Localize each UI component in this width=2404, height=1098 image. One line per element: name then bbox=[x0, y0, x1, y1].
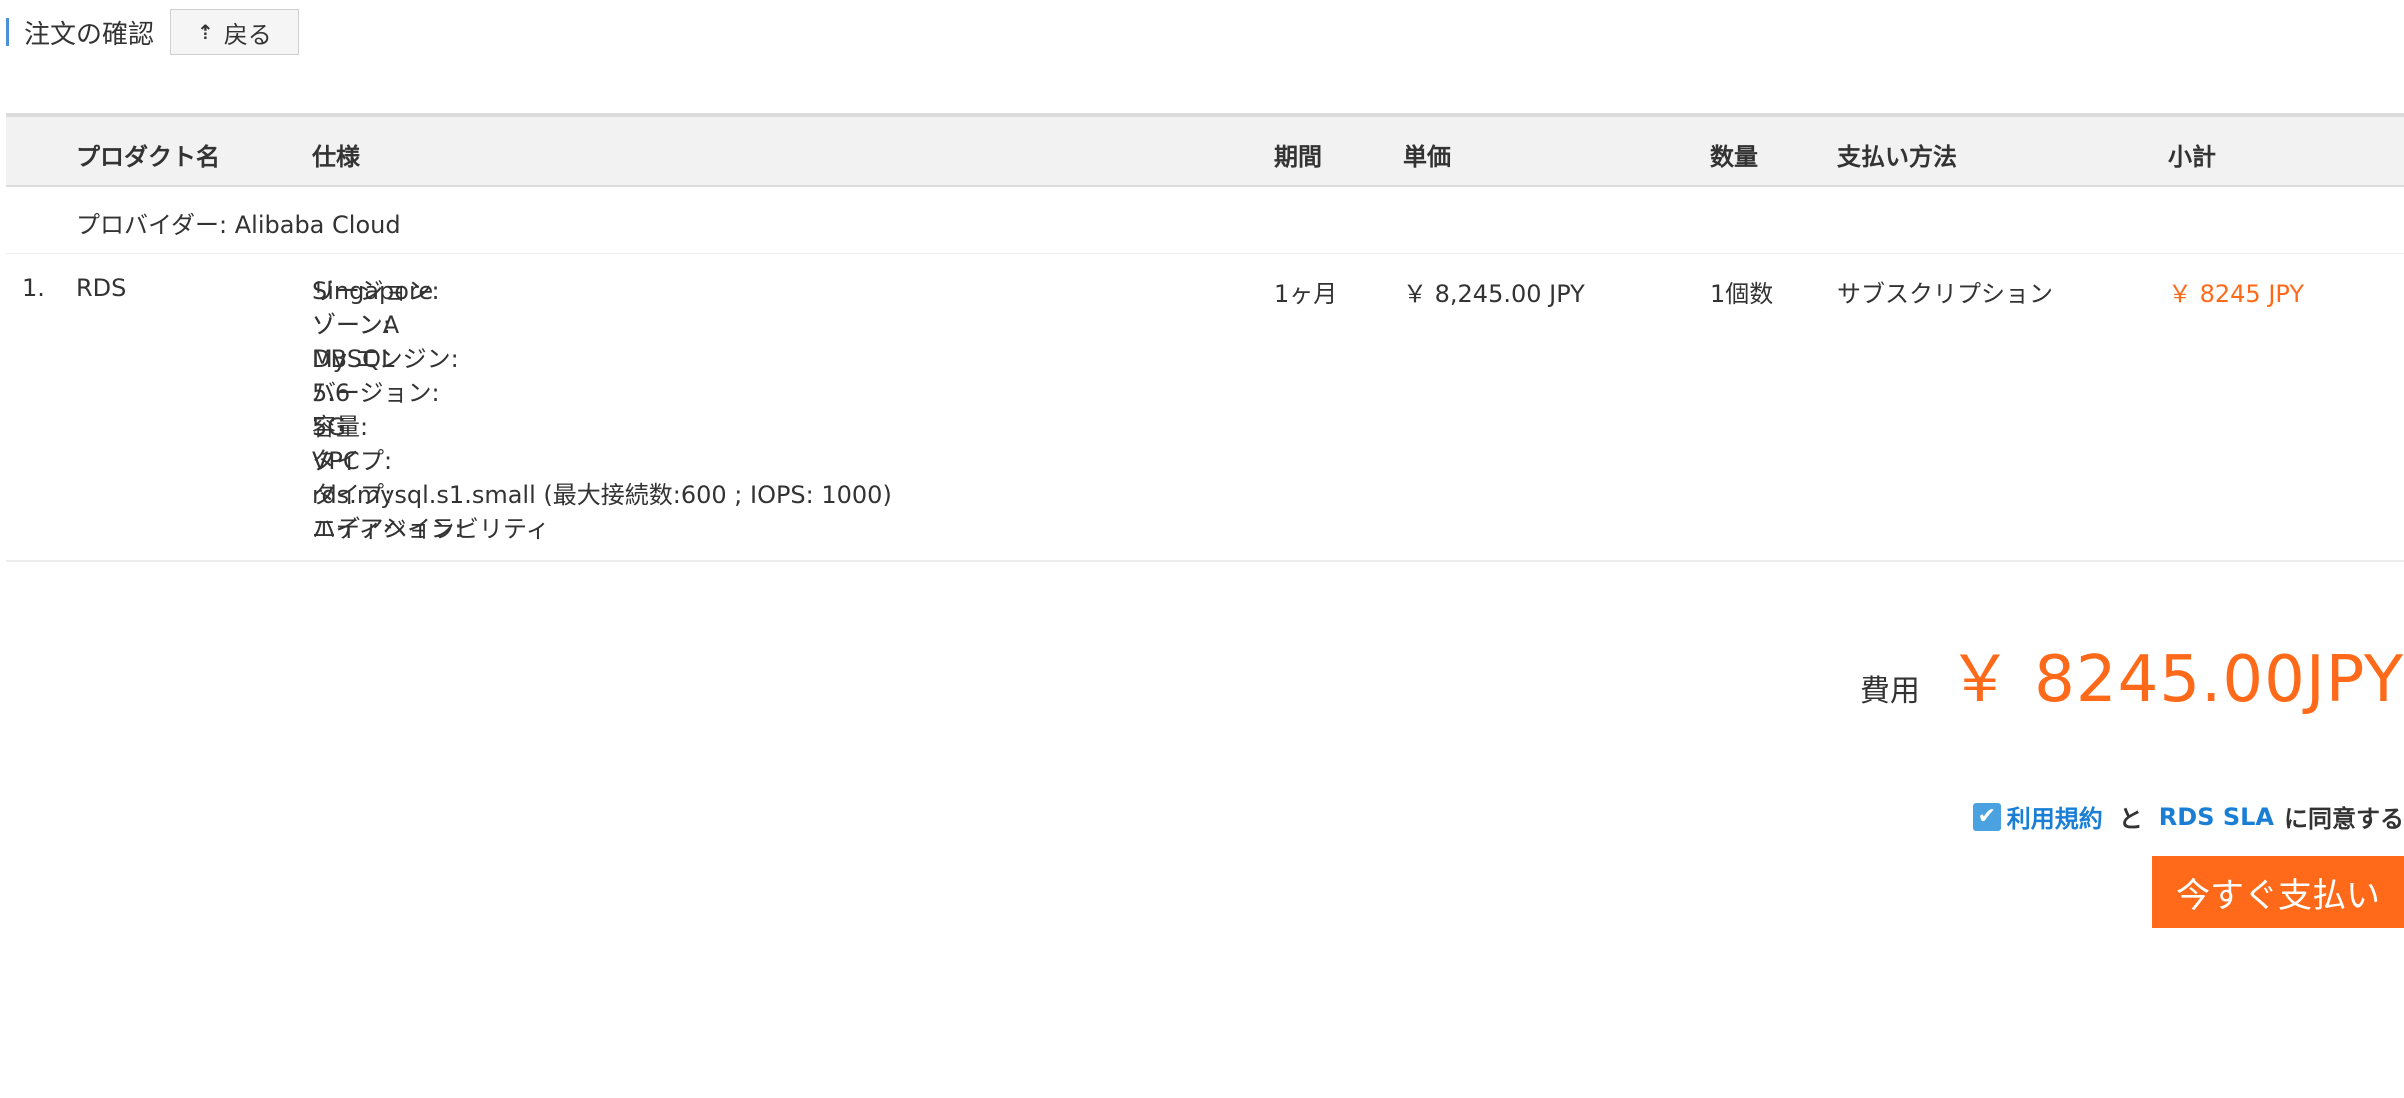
table-row: 1. RDS リージョン: Singapore ゾーン: ゾーンA DB エンジン:… bbox=[6, 254, 2404, 562]
spec-value: 5G bbox=[312, 413, 346, 441]
provider-row: プロバイダー: Alibaba Cloud bbox=[6, 187, 2404, 254]
order-table: プロダクト名 仕様 期間 単価 数量 支払い方法 小計 プロバイダー: Alib… bbox=[6, 113, 2404, 562]
spec-value: rds.mysql.s1.small (最大接続数:600 ; IOPS: 10… bbox=[312, 481, 892, 509]
agree-checkbox[interactable]: ✔ bbox=[1972, 802, 2001, 831]
title-accent-bar bbox=[6, 18, 9, 46]
spec-value: MySQL bbox=[312, 345, 395, 373]
spec-value: 5.6 bbox=[312, 379, 351, 407]
subtotal-value: ￥ 8245 JPY bbox=[2168, 280, 2305, 308]
page-title: 注文の確認 bbox=[24, 19, 155, 50]
and-text: と bbox=[2118, 805, 2143, 833]
column-header-payment: 支払い方法 bbox=[1837, 143, 1957, 171]
quantity-value: 1個数 bbox=[1710, 280, 1774, 308]
column-header-spec: 仕様 bbox=[312, 143, 360, 171]
row-index: 1. bbox=[22, 274, 45, 302]
column-header-subtotal: 小計 bbox=[2168, 143, 2216, 171]
back-button-label: 戻る bbox=[223, 20, 272, 49]
spec-value: VPC bbox=[312, 447, 360, 475]
total-amount: ￥ 8245.00JPY bbox=[1947, 643, 2404, 717]
arrow-up-icon: ⇡ bbox=[197, 20, 214, 44]
check-icon: ✔ bbox=[1977, 804, 1997, 829]
sla-link[interactable]: RDS SLA bbox=[2159, 803, 2274, 831]
product-name: RDS bbox=[76, 274, 127, 302]
agree-suffix: に同意する bbox=[2284, 805, 2404, 833]
pay-now-button[interactable]: 今すぐ支払い bbox=[2152, 856, 2404, 928]
total-label: 費用 bbox=[1859, 674, 1920, 709]
unit-price-value: ￥ 8,245.00 JPY bbox=[1403, 280, 1585, 308]
agreement-row: ✔ 利用規約 と RDS SLA に同意する bbox=[1972, 799, 2404, 834]
column-header-unit-price: 単価 bbox=[1403, 143, 1451, 171]
order-confirmation-page: 注文の確認 ⇡ 戻る プロダクト名 仕様 期間 単価 数量 支払い方法 小計 プ… bbox=[0, 0, 2404, 1098]
table-header: プロダクト名 仕様 期間 単価 数量 支払い方法 小計 bbox=[6, 113, 2404, 187]
spec-value: Singapore bbox=[312, 277, 434, 305]
page-header: 注文の確認 ⇡ 戻る bbox=[6, 8, 299, 56]
terms-link[interactable]: 利用規約 bbox=[2007, 799, 2103, 834]
column-header-product: プロダクト名 bbox=[76, 143, 220, 171]
column-header-period: 期間 bbox=[1274, 143, 1322, 171]
period-value: 1ヶ月 bbox=[1274, 280, 1338, 308]
total-cost: 費用 ￥ 8245.00JPY bbox=[1860, 628, 2404, 720]
payment-method-value: サブスクリプション bbox=[1837, 280, 2053, 308]
column-header-quantity: 数量 bbox=[1710, 143, 1758, 171]
provider-label: プロバイダー: Alibaba Cloud bbox=[76, 211, 401, 239]
back-button[interactable]: ⇡ 戻る bbox=[170, 9, 299, 55]
spec-value: ゾーンA bbox=[312, 311, 400, 339]
spec-value: ハイアベイラビリティ bbox=[312, 515, 550, 543]
